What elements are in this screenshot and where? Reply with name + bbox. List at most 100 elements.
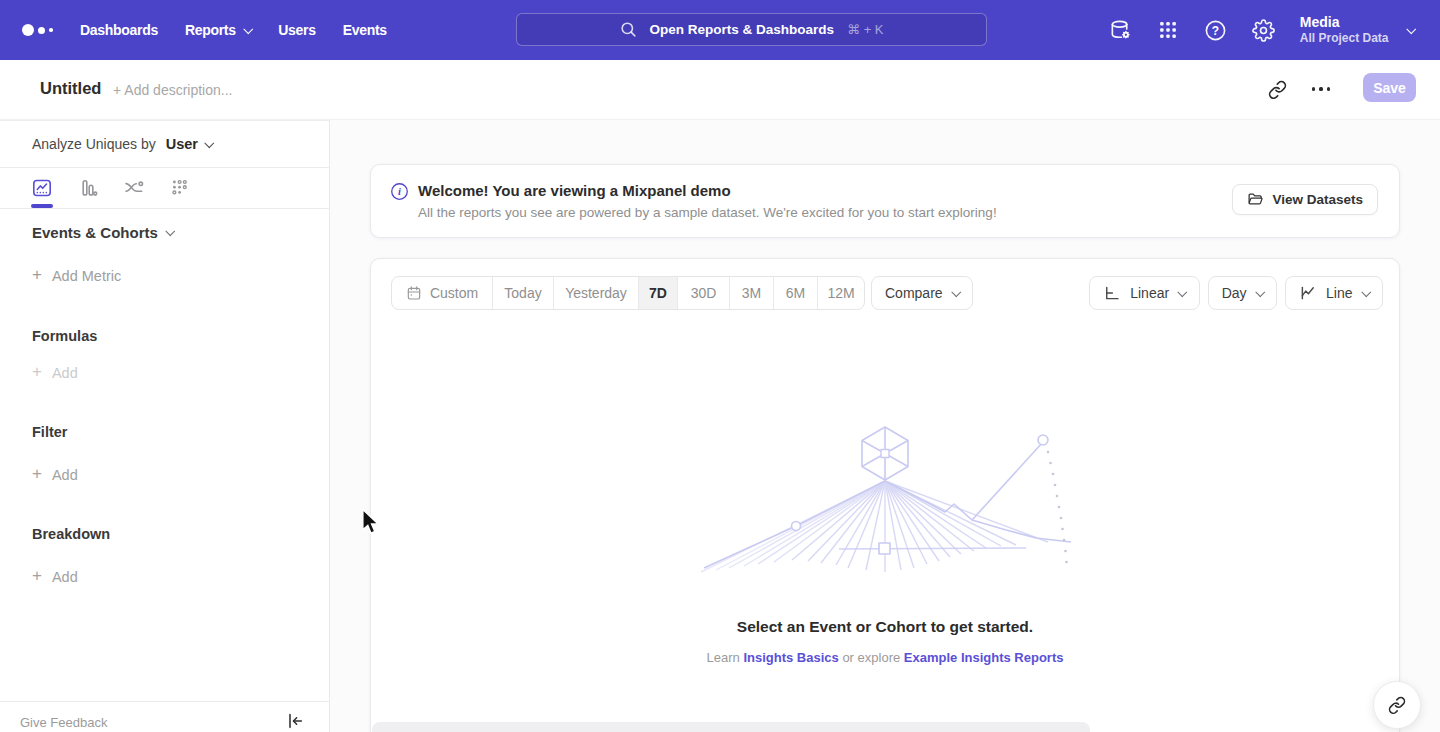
project-switcher[interactable]: Media All Project Data: [1300, 14, 1389, 47]
collapse-left-icon: [285, 711, 305, 731]
link-icon: [1388, 696, 1406, 714]
add-formula-button[interactable]: + Add: [32, 364, 78, 382]
data-management-icon[interactable]: [1109, 19, 1132, 42]
insights-basics-link[interactable]: Insights Basics: [743, 650, 838, 665]
ellipsis-icon: [1312, 87, 1330, 90]
chevron-down-icon: [243, 24, 252, 33]
copy-link-button[interactable]: [1264, 76, 1290, 102]
range-7d-label: 7D: [649, 285, 667, 301]
help-icon[interactable]: ?: [1204, 19, 1227, 42]
range-yesterday-label: Yesterday: [565, 285, 627, 301]
view-datasets-button[interactable]: View Datasets: [1232, 184, 1378, 215]
breakdown-section: Breakdown: [32, 526, 110, 542]
search-placeholder: Open Reports & Dashboards: [649, 22, 834, 37]
flow-tab-icon: [123, 177, 145, 199]
search-shortcut: ⌘ + K: [847, 22, 884, 37]
tab-flow[interactable]: [123, 177, 145, 199]
range-12m[interactable]: 12M: [817, 277, 864, 309]
settings-gear-icon[interactable]: [1252, 19, 1275, 42]
selected-tab-underline: [31, 204, 53, 208]
share-link-button[interactable]: [1373, 681, 1421, 729]
info-icon: i: [390, 182, 409, 201]
range-6m-label: 6M: [786, 285, 805, 301]
nav-reports-label: Reports: [185, 22, 236, 38]
add-breakdown-label: Add: [52, 569, 78, 585]
apps-grid-icon[interactable]: [1157, 19, 1179, 41]
report-title[interactable]: Untitled: [40, 79, 101, 98]
range-yesterday[interactable]: Yesterday: [553, 277, 638, 309]
chart-type-button[interactable]: Line: [1285, 276, 1383, 310]
report-card: Custom Today Yesterday 7D 30D 3M 6M 12M …: [370, 258, 1400, 732]
query-sidebar: Analyze Uniques by User Events & Cohorts…: [0, 120, 330, 732]
learn-text: Learn: [707, 650, 740, 665]
analyze-value-dropdown[interactable]: User: [166, 136, 198, 152]
visualization-tabs: [31, 168, 191, 207]
mixpanel-logo-icon[interactable]: [22, 0, 53, 60]
tab-scatter[interactable]: [169, 177, 191, 199]
scale-chevron-icon: [1178, 287, 1187, 296]
range-today[interactable]: Today: [492, 277, 553, 309]
add-breakdown-button[interactable]: + Add: [32, 568, 78, 586]
project-name: Media: [1300, 14, 1389, 32]
tab-bar-chart[interactable]: [77, 177, 99, 199]
events-cohorts-label: Events & Cohorts: [32, 224, 158, 241]
range-custom[interactable]: Custom: [392, 277, 492, 309]
calendar-icon: [406, 285, 422, 301]
range-6m[interactable]: 6M: [773, 277, 817, 309]
svg-text:i: i: [398, 186, 401, 197]
events-cohorts-chevron-icon: [166, 226, 175, 235]
range-7d[interactable]: 7D: [638, 277, 677, 309]
add-formula-label: Add: [52, 365, 78, 381]
banner-subtitle: All the reports you see are powered by a…: [418, 205, 997, 220]
interval-label: Day: [1222, 285, 1247, 301]
nav-dashboards-label: Dashboards: [80, 22, 158, 38]
range-30d[interactable]: 30D: [677, 277, 729, 309]
more-options-button[interactable]: [1308, 76, 1334, 102]
nav-events-label: Events: [343, 22, 387, 38]
add-metric-button[interactable]: + Add Metric: [32, 267, 121, 285]
range-today-label: Today: [504, 285, 541, 301]
add-metric-label: Add Metric: [52, 268, 121, 284]
nav-users[interactable]: Users: [278, 22, 315, 38]
compare-button[interactable]: Compare: [871, 276, 973, 310]
save-button[interactable]: Save: [1363, 73, 1416, 102]
chart-type-chevron-icon: [1361, 287, 1370, 296]
collapse-sidebar-button[interactable]: [285, 711, 305, 731]
scatter-tab-icon: [169, 177, 191, 199]
nav-dashboards[interactable]: Dashboards: [80, 22, 158, 38]
bottom-panel-edge[interactable]: [372, 722, 1090, 732]
explore-text: or explore: [842, 650, 900, 665]
empty-state-subtitle: Learn Insights Basics or explore Example…: [371, 650, 1399, 665]
range-3m[interactable]: 3M: [729, 277, 773, 309]
analyze-uniques-row[interactable]: Analyze Uniques by User: [32, 121, 213, 167]
formulas-section: Formulas: [32, 328, 97, 344]
example-reports-link[interactable]: Example Insights Reports: [904, 650, 1064, 665]
global-search-input[interactable]: Open Reports & Dashboards ⌘ + K: [516, 13, 987, 46]
give-feedback-link[interactable]: Give Feedback: [20, 715, 107, 730]
linear-scale-icon: [1103, 284, 1121, 302]
formulas-label: Formulas: [32, 328, 97, 344]
nav-events[interactable]: Events: [343, 22, 387, 38]
mouse-cursor: [361, 508, 380, 535]
events-cohorts-section[interactable]: Events & Cohorts: [32, 224, 173, 241]
analyze-chevron-icon: [205, 138, 214, 147]
nav-reports[interactable]: Reports: [185, 22, 251, 38]
tab-insights-line[interactable]: [31, 177, 53, 199]
scale-button[interactable]: Linear: [1089, 276, 1199, 310]
bar-chart-tab-icon: [77, 177, 99, 199]
plus-icon: +: [32, 464, 42, 484]
range-12m-label: 12M: [827, 285, 854, 301]
breakdown-label: Breakdown: [32, 526, 110, 542]
nav-right: ? Media All Project Data: [1109, 0, 1414, 60]
add-filter-button[interactable]: + Add: [32, 466, 78, 484]
plus-icon: +: [32, 362, 42, 382]
analyze-label: Analyze Uniques by: [32, 136, 156, 152]
interval-button[interactable]: Day: [1208, 276, 1277, 310]
report-description-placeholder[interactable]: + Add description...: [113, 82, 232, 98]
add-filter-label: Add: [52, 467, 78, 483]
compare-label: Compare: [885, 285, 943, 301]
project-chevron-icon: [1406, 24, 1415, 33]
chart-controls: Linear Day Line: [1089, 276, 1383, 310]
banner-title: Welcome! You are viewing a Mixpanel demo: [418, 182, 731, 199]
project-scope: All Project Data: [1300, 31, 1389, 46]
